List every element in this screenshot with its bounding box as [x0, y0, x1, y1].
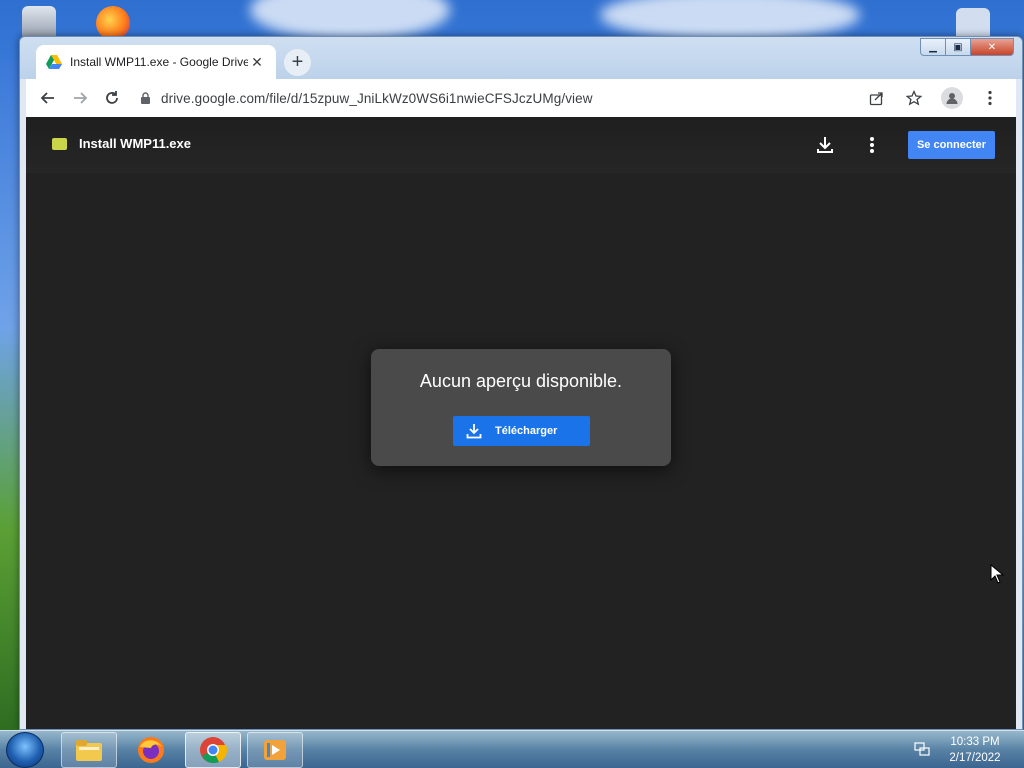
cloud	[250, 0, 450, 40]
toolbar-actions	[856, 84, 1008, 112]
browser-tab[interactable]: Install WMP11.exe - Google Drive ✕	[36, 45, 276, 79]
browser-toolbar: drive.google.com/file/d/15zpuw_JniLkWz0W…	[26, 79, 1016, 117]
media-player-icon	[264, 740, 286, 760]
signin-button[interactable]: Se connecter	[908, 131, 995, 159]
viewer-header: Install WMP11.exe Se connecter	[26, 117, 1016, 173]
drive-viewer: Install WMP11.exe Se connecter Aucun ape…	[26, 117, 1016, 729]
google-drive-icon	[46, 55, 62, 69]
folder-icon	[76, 740, 102, 761]
taskbar: 10:33 PM 2/17/2022	[0, 730, 1024, 768]
start-button[interactable]	[6, 732, 44, 768]
bookmark-button[interactable]	[900, 84, 928, 112]
clock-date: 2/17/2022	[949, 752, 1001, 764]
taskbar-explorer[interactable]	[61, 732, 117, 768]
clock[interactable]: 10:33 PM 2/17/2022	[940, 734, 1010, 766]
download-icon	[466, 424, 482, 439]
recycle-bin-icon[interactable]	[22, 6, 56, 40]
network-icon[interactable]	[914, 742, 930, 756]
header-download-button[interactable]	[814, 134, 836, 156]
no-preview-message: Aucun aperçu disponible.	[419, 371, 623, 391]
minimize-button[interactable]: ▁	[920, 38, 946, 56]
address-bar[interactable]: drive.google.com/file/d/15zpuw_JniLkWz0W…	[140, 83, 856, 113]
star-icon	[906, 90, 922, 106]
share-button[interactable]	[862, 84, 890, 112]
profile-avatar-icon	[941, 87, 963, 109]
taskbar-chrome[interactable]	[185, 732, 241, 768]
browser-menu-button[interactable]	[976, 84, 1004, 112]
lock-icon	[141, 91, 150, 104]
file-name: Install WMP11.exe	[79, 136, 191, 151]
tab-close-icon[interactable]: ✕	[248, 53, 266, 71]
window-controls: ▁ ▣ ✕	[920, 38, 1014, 56]
download-icon	[817, 137, 833, 153]
url-text: drive.google.com/file/d/15zpuw_JniLkWz0W…	[161, 90, 593, 106]
download-button-label: Télécharger	[495, 425, 558, 437]
close-button[interactable]: ✕	[970, 38, 1014, 56]
tab-title: Install WMP11.exe - Google Drive	[70, 55, 248, 69]
taskbar-media-player[interactable]	[247, 732, 303, 768]
maximize-button[interactable]: ▣	[945, 38, 971, 56]
share-icon	[869, 91, 883, 105]
taskbar-firefox[interactable]	[123, 732, 179, 768]
cloud	[600, 0, 860, 40]
title-bar: Install WMP11.exe - Google Drive ✕ + ▁ ▣…	[20, 37, 1022, 79]
firefox-desktop-icon[interactable]	[96, 6, 130, 40]
back-arrow-icon	[40, 92, 54, 104]
new-tab-button[interactable]: +	[284, 49, 311, 76]
back-button[interactable]	[34, 84, 62, 112]
forward-button[interactable]	[66, 84, 94, 112]
more-vert-icon	[870, 137, 874, 153]
no-preview-dialog: Aucun aperçu disponible. Télécharger	[371, 349, 671, 466]
browser-window: Install WMP11.exe - Google Drive ✕ + ▁ ▣…	[19, 36, 1023, 730]
download-button[interactable]: Télécharger	[453, 416, 590, 446]
header-more-button[interactable]	[862, 134, 882, 156]
chrome-icon	[200, 737, 227, 764]
profile-button[interactable]	[938, 84, 966, 112]
clock-time: 10:33 PM	[950, 736, 1000, 748]
file-type-icon	[52, 138, 67, 150]
forward-arrow-icon	[74, 92, 88, 104]
mouse-cursor-icon	[990, 564, 1004, 584]
firefox-icon	[138, 737, 164, 763]
reload-button[interactable]	[98, 84, 126, 112]
more-vert-icon	[988, 90, 992, 106]
reload-icon	[106, 91, 118, 104]
